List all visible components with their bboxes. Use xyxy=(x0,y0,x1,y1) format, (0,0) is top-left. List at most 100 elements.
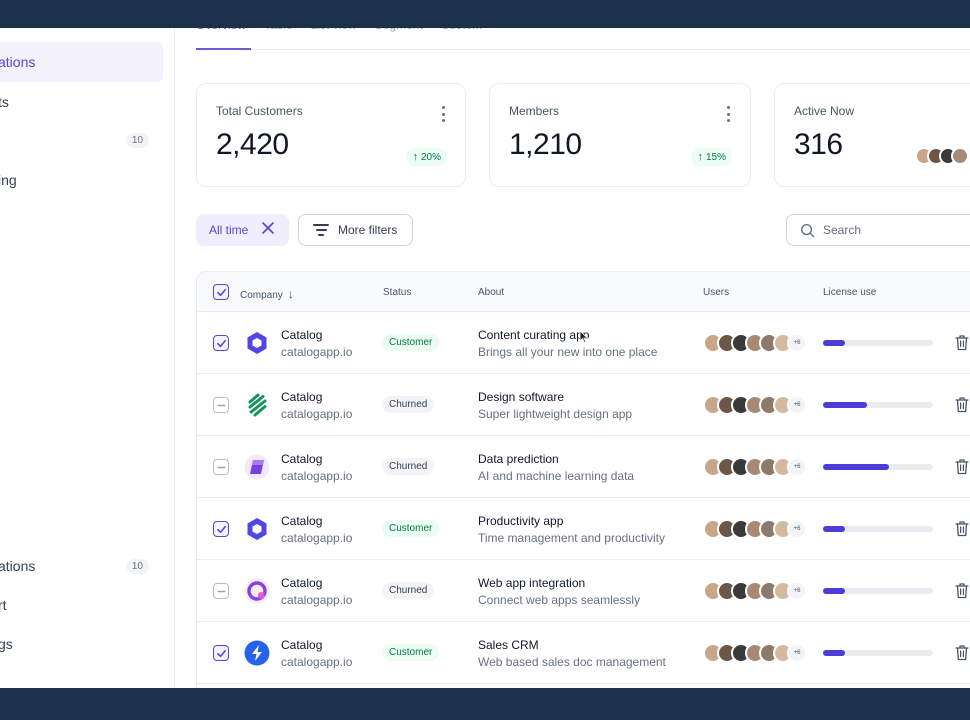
trash-icon[interactable] xyxy=(955,644,969,661)
company-domain: catalogapp.io xyxy=(281,655,353,669)
mouse-cursor-icon xyxy=(579,330,589,344)
license-progress-bar xyxy=(823,464,933,470)
hexagon-logo xyxy=(241,327,273,359)
minus-icon xyxy=(217,466,225,468)
column-header-about[interactable]: About xyxy=(478,287,504,298)
company-domain: catalogapp.io xyxy=(281,469,353,483)
select-all-checkbox[interactable] xyxy=(213,284,229,300)
sidebar-badge: 10 xyxy=(125,132,149,148)
sidebar-item-notifications[interactable]: ations 10 xyxy=(0,546,163,586)
sidebar-item-support[interactable]: rt xyxy=(0,585,163,625)
company-name: Catalog xyxy=(281,452,323,466)
status-badge: Churned xyxy=(382,582,435,599)
about-title: Productivity app xyxy=(478,514,564,528)
user-avatar-group: +6 xyxy=(703,519,807,539)
trend-value: 15% xyxy=(705,151,726,163)
tab-table[interactable]: Table xyxy=(264,28,293,39)
sidebar-badge: 10 xyxy=(125,558,149,574)
tab-list-view[interactable]: List view xyxy=(311,28,357,39)
about-title: Content curating app xyxy=(478,328,590,342)
tab-segment[interactable]: Segment xyxy=(375,28,423,39)
check-icon xyxy=(216,649,226,657)
sidebar-item-label: ing xyxy=(0,172,17,188)
more-vertical-icon[interactable] xyxy=(441,106,445,122)
row-checkbox[interactable] xyxy=(213,459,229,475)
stat-value: 2,420 xyxy=(216,128,289,161)
more-users-count: +6 xyxy=(787,519,807,539)
sidebar-item-label: gs xyxy=(0,636,13,652)
status-badge: Churned xyxy=(382,396,435,413)
company-domain: catalogapp.io xyxy=(281,407,353,421)
license-progress-bar xyxy=(823,340,933,346)
filter-chip-label: All time xyxy=(209,223,249,237)
cube-logo xyxy=(241,451,273,483)
column-header-label: Company xyxy=(240,290,283,301)
bolt-logo xyxy=(241,637,273,669)
table-row[interactable]: Catalog catalogapp.io Customer Sales CRM… xyxy=(197,622,970,684)
trash-icon[interactable] xyxy=(955,458,969,475)
stat-label: Active Now xyxy=(794,104,855,118)
trend-badge: ↑ 20% xyxy=(406,148,447,166)
search-input[interactable]: Search xyxy=(786,214,970,246)
stat-card-total-customers: Total Customers 2,420 ↑ 20% xyxy=(196,83,466,187)
license-progress-bar xyxy=(823,588,933,594)
row-checkbox[interactable] xyxy=(213,335,229,351)
trash-icon[interactable] xyxy=(955,396,969,413)
sidebar-item-settings[interactable]: gs xyxy=(0,624,163,664)
row-checkbox[interactable] xyxy=(213,521,229,537)
column-header-status[interactable]: Status xyxy=(383,287,411,298)
company-name: Catalog xyxy=(281,328,323,342)
about-description: Super lightweight design app xyxy=(478,407,633,421)
row-checkbox[interactable] xyxy=(213,645,229,661)
user-avatar-group: +6 xyxy=(703,395,807,415)
about-description: Connect web apps seamlessly xyxy=(478,593,641,607)
row-checkbox[interactable] xyxy=(213,397,229,413)
q-logo xyxy=(241,575,273,607)
stat-label: Members xyxy=(509,104,560,118)
user-avatar-group: +6 xyxy=(703,581,807,601)
sidebar-item-reports[interactable]: ts xyxy=(0,82,163,122)
column-header-license-use[interactable]: License use xyxy=(823,287,876,298)
more-filters-label: More filters xyxy=(338,223,398,237)
more-vertical-icon[interactable] xyxy=(726,106,730,122)
app-window: ations ts 10 ing ations 10 rt gs Overvie… xyxy=(0,28,970,688)
license-progress-fill xyxy=(823,650,845,656)
check-icon xyxy=(216,525,226,533)
table-row[interactable]: Catalog catalogapp.io Customer Productiv… xyxy=(197,498,970,560)
license-progress-bar xyxy=(823,650,933,656)
column-header-company[interactable]: Company ↓ xyxy=(240,287,294,301)
trend-badge: ↑ 15% xyxy=(691,148,732,166)
table-row[interactable]: Catalog catalogapp.io Churned Data predi… xyxy=(197,436,970,498)
sidebar-item-label: ations xyxy=(0,558,36,574)
all-time-filter-chip[interactable]: All time xyxy=(196,214,289,246)
user-avatar-group: +6 xyxy=(703,333,807,353)
company-name: Catalog xyxy=(281,514,323,528)
sidebar-item-tasks[interactable]: 10 xyxy=(0,120,163,160)
more-filters-button[interactable]: More filters xyxy=(298,214,413,246)
table-row[interactable]: Catalog catalogapp.io Churned Design sof… xyxy=(197,374,970,436)
table-row[interactable]: Catalog catalogapp.io Churned Web app in… xyxy=(197,560,970,622)
trash-icon[interactable] xyxy=(955,520,969,537)
trash-icon[interactable] xyxy=(955,582,969,599)
stat-card-members: Members 1,210 ↑ 15% xyxy=(489,83,751,187)
sidebar-item-integrations[interactable]: ations xyxy=(0,42,163,82)
column-header-users[interactable]: Users xyxy=(703,287,729,298)
tab-custom[interactable]: Custom xyxy=(441,28,482,39)
license-progress-bar xyxy=(823,526,933,532)
close-icon[interactable] xyxy=(261,221,275,235)
sidebar-item-reporting[interactable]: ing xyxy=(0,160,163,200)
active-tab-indicator xyxy=(196,48,251,50)
license-progress-fill xyxy=(823,464,889,470)
about-title: Design software xyxy=(478,390,565,404)
tab-overview[interactable]: Overview xyxy=(196,28,246,39)
status-badge: Customer xyxy=(382,520,440,537)
row-checkbox[interactable] xyxy=(213,583,229,599)
hexagon-logo xyxy=(241,513,273,545)
avatar xyxy=(951,147,969,165)
trash-icon[interactable] xyxy=(955,334,969,351)
main-content: Overview Table List view Segment Custom … xyxy=(176,28,970,688)
status-badge: Customer xyxy=(382,644,440,661)
sidebar-item-label: ts xyxy=(0,94,9,110)
company-name: Catalog xyxy=(281,576,323,590)
license-progress-fill xyxy=(823,588,845,594)
